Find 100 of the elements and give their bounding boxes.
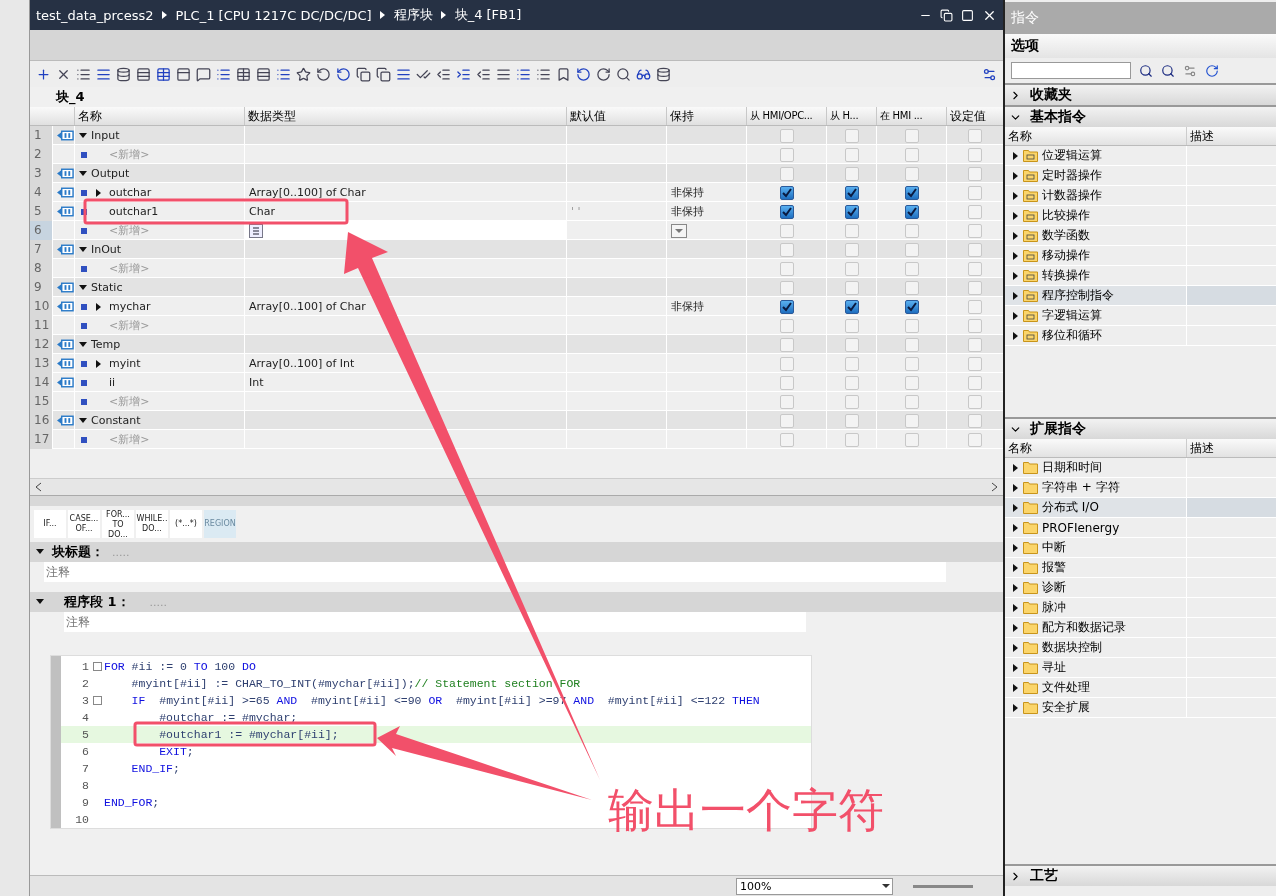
comment-field[interactable]: 注释 — [64, 612, 806, 632]
column-header[interactable]: 名称 — [1005, 439, 1186, 457]
collapsed-triangle-icon[interactable] — [1011, 583, 1019, 592]
collapsed-triangle-icon[interactable] — [1011, 603, 1019, 612]
instruction-folder[interactable]: 数学函数 — [1005, 226, 1276, 246]
data-type-field[interactable] — [244, 221, 566, 240]
collapsed-triangle-icon[interactable] — [1011, 331, 1019, 340]
collapsed-triangle-icon[interactable] — [1011, 663, 1019, 672]
collapsed-triangle-icon[interactable] — [1011, 251, 1019, 260]
collapsed-triangle-icon[interactable] — [1011, 311, 1019, 320]
undo-icon[interactable] — [316, 66, 331, 82]
outdent-icon[interactable] — [476, 66, 491, 82]
checkbox[interactable] — [844, 299, 859, 314]
refresh-icon[interactable] — [1205, 63, 1219, 78]
palette-section[interactable]: 基本指令 — [1005, 105, 1276, 127]
maximize-icon[interactable] — [961, 8, 974, 22]
column-header[interactable]: 在 HMI ... — [876, 107, 946, 125]
expanded-triangle-icon[interactable] — [36, 548, 44, 556]
fold-icon[interactable] — [93, 662, 102, 671]
instruction-folder[interactable]: 脉冲 — [1005, 598, 1276, 618]
outdent-icon[interactable] — [436, 66, 451, 82]
copy-icon[interactable] — [376, 66, 391, 82]
expanded-triangle-icon[interactable] — [79, 283, 87, 292]
checkbox[interactable] — [844, 204, 859, 219]
column-header[interactable]: 从 HMI/OPC... — [746, 107, 826, 125]
list-icon[interactable] — [216, 66, 231, 82]
collapsed-triangle-icon[interactable] — [1011, 623, 1019, 632]
instruction-folder[interactable]: 分布式 I/O — [1005, 498, 1276, 518]
table-icon[interactable] — [156, 66, 171, 82]
database-icon[interactable] — [116, 66, 131, 82]
instruction-folder[interactable]: 移位和循环 — [1005, 326, 1276, 346]
instruction-folder[interactable]: 定时器操作 — [1005, 166, 1276, 186]
table-icon[interactable] — [236, 66, 251, 82]
collapsed-triangle-icon[interactable] — [1011, 563, 1019, 572]
scroll-right-icon[interactable] — [989, 482, 999, 492]
star-icon[interactable] — [296, 66, 311, 82]
palette-section[interactable]: 工艺 — [1005, 864, 1276, 886]
column-header[interactable]: 名称 — [74, 107, 244, 125]
list-icon[interactable] — [516, 66, 531, 82]
list-icon[interactable] — [496, 66, 511, 82]
collapsed-triangle-icon[interactable] — [1011, 503, 1019, 512]
breadcrumb-item[interactable]: 块_4 [FB1] — [454, 6, 522, 24]
collapsed-triangle-icon[interactable] — [1011, 291, 1019, 300]
snippet-button[interactable]: FOR... TO DO... — [102, 510, 134, 538]
redo-icon[interactable] — [596, 66, 611, 82]
search-icon[interactable] — [616, 66, 631, 82]
instruction-folder[interactable]: 安全扩展 — [1005, 698, 1276, 718]
settings-icon[interactable] — [982, 66, 997, 82]
snippet-button[interactable]: IF... — [34, 510, 66, 538]
panel-icon[interactable] — [176, 66, 191, 82]
instruction-folder[interactable]: 配方和数据记录 — [1005, 618, 1276, 638]
indent-icon[interactable] — [456, 66, 471, 82]
collapsed-triangle-icon[interactable] — [1011, 171, 1019, 180]
list-icon[interactable] — [396, 66, 411, 82]
instruction-folder[interactable]: 日期和时间 — [1005, 458, 1276, 478]
instruction-folder[interactable]: 文件处理 — [1005, 678, 1276, 698]
column-header[interactable]: 设定值 — [946, 107, 1003, 125]
column-header[interactable]: 描述 — [1186, 127, 1276, 145]
restore-icon[interactable] — [940, 8, 953, 22]
instruction-folder[interactable]: 移动操作 — [1005, 246, 1276, 266]
comment-field[interactable]: 注释 — [44, 562, 946, 582]
list-icon[interactable] — [276, 66, 291, 82]
copy-icon[interactable] — [356, 66, 371, 82]
undo-icon[interactable] — [576, 66, 591, 82]
snippet-button[interactable]: WHILE.. DO... — [136, 510, 168, 538]
column-header[interactable]: 描述 — [1186, 439, 1276, 457]
list-icon[interactable] — [96, 66, 111, 82]
rows-icon[interactable] — [136, 66, 151, 82]
checkbox[interactable] — [904, 299, 919, 314]
collapsed-triangle-icon[interactable] — [1011, 683, 1019, 692]
checkbox[interactable] — [904, 204, 919, 219]
expanded-triangle-icon[interactable] — [36, 598, 44, 606]
collapsed-triangle-icon[interactable] — [1011, 271, 1019, 280]
snippet-button[interactable]: (*...*) — [170, 510, 202, 538]
instruction-folder[interactable]: 诊断 — [1005, 578, 1276, 598]
collapsed-triangle-icon[interactable] — [1011, 483, 1019, 492]
list-icon[interactable] — [536, 66, 551, 82]
expanded-triangle-icon[interactable] — [79, 169, 87, 178]
collapsed-triangle-icon[interactable] — [1011, 211, 1019, 220]
column-header[interactable]: 名称 — [1005, 127, 1186, 145]
scroll-left-icon[interactable] — [34, 482, 44, 492]
fold-icon[interactable] — [93, 696, 102, 705]
undo-icon[interactable] — [336, 66, 351, 82]
instruction-folder[interactable]: PROFIenergy — [1005, 518, 1276, 538]
instruction-folder[interactable]: 数据块控制 — [1005, 638, 1276, 658]
collapsed-triangle-icon[interactable] — [1011, 523, 1019, 532]
collapsed-triangle-icon[interactable] — [1011, 643, 1019, 652]
settings-icon[interactable] — [1183, 63, 1197, 78]
instruction-folder[interactable]: 中断 — [1005, 538, 1276, 558]
breadcrumb-item[interactable]: PLC_1 [CPU 1217C DC/DC/DC] — [175, 7, 372, 23]
collapsed-triangle-icon[interactable] — [1011, 463, 1019, 472]
search-icon[interactable] — [1139, 63, 1153, 78]
list-icon[interactable] — [76, 66, 91, 82]
checkbox[interactable] — [779, 204, 794, 219]
palette-section[interactable]: 收藏夹 — [1005, 83, 1276, 105]
collapsed-triangle-icon[interactable] — [1011, 703, 1019, 712]
collapsed-triangle-icon[interactable] — [94, 302, 102, 311]
snippet-button[interactable]: CASE... OF... — [68, 510, 100, 538]
comment-icon[interactable] — [196, 66, 211, 82]
instruction-folder[interactable]: 寻址 — [1005, 658, 1276, 678]
